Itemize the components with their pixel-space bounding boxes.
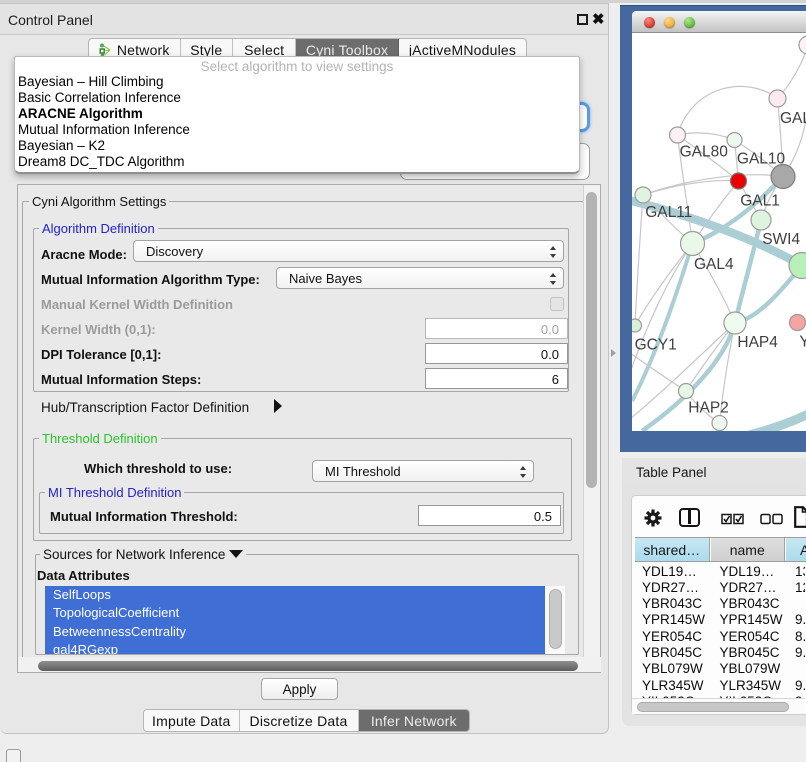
svg-text:GAL11: GAL11 bbox=[645, 204, 692, 221]
svg-text:GAL1: GAL1 bbox=[740, 192, 780, 209]
svg-text:GAL7: GAL7 bbox=[780, 110, 806, 127]
svg-text:Y: Y bbox=[799, 334, 806, 351]
svg-text:HAP2: HAP2 bbox=[688, 399, 729, 416]
svg-text:GAL4: GAL4 bbox=[694, 256, 734, 273]
svg-text:GAL80: GAL80 bbox=[680, 143, 729, 160]
svg-text:GAL10: GAL10 bbox=[737, 150, 786, 167]
svg-text:SWI4: SWI4 bbox=[762, 231, 800, 248]
svg-text:GCY1: GCY1 bbox=[635, 337, 677, 354]
svg-text:HAP4: HAP4 bbox=[737, 334, 778, 351]
